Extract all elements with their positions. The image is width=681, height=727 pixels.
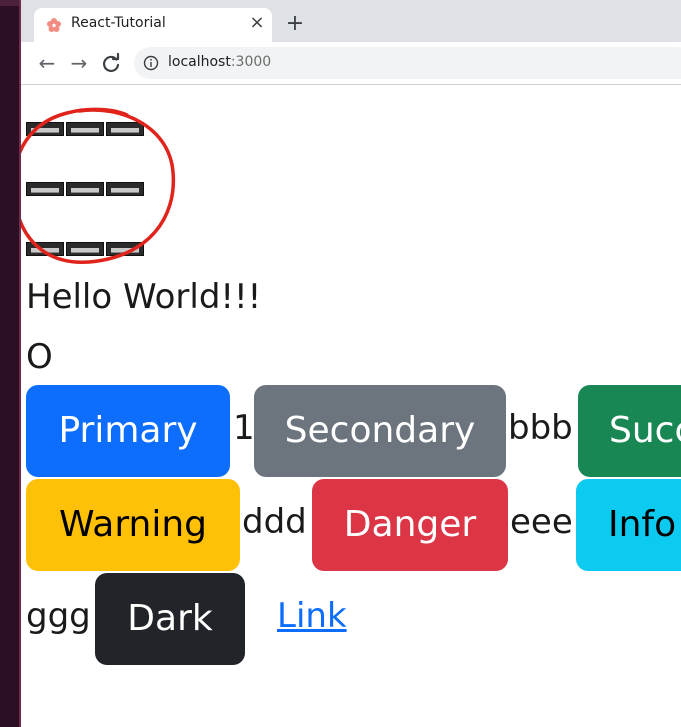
red-circle-annotation (21, 107, 176, 264)
tab-react-tutorial[interactable]: React-Tutorial × (34, 8, 272, 42)
desktop-side-panel (0, 0, 19, 727)
warning-button[interactable]: Warning (26, 479, 240, 571)
row2-text-2: eee (510, 502, 573, 542)
secondary-button[interactable]: Secondary (254, 385, 506, 477)
letter-text: O (26, 337, 53, 377)
url-text: localhost:3000 (168, 54, 271, 70)
row2-text-1: ddd (242, 502, 307, 542)
danger-button[interactable]: Danger (312, 479, 508, 571)
dark-button[interactable]: Dark (95, 573, 245, 665)
success-button[interactable]: Succ (578, 385, 681, 477)
page-content: Hello World!!! O Primary 1 Secondary bbb… (21, 85, 681, 727)
row3-text-1: ggg (26, 596, 91, 636)
link-button[interactable]: Link (277, 596, 347, 636)
tab-strip: React-Tutorial × + (21, 0, 681, 42)
primary-button[interactable]: Primary (26, 385, 230, 477)
url-host: localhost (168, 54, 231, 70)
back-icon[interactable]: ← (35, 51, 59, 75)
new-tab-icon[interactable]: + (283, 12, 307, 36)
row1-text-2: bbb (508, 408, 573, 448)
browser-window: React-Tutorial × + ← → localhost:3000 He… (19, 0, 681, 727)
close-tab-icon[interactable]: × (247, 12, 267, 34)
reload-icon[interactable] (99, 51, 123, 75)
site-info-icon[interactable] (143, 55, 159, 71)
hello-heading: Hello World!!! (26, 277, 262, 317)
forward-icon[interactable]: → (67, 51, 91, 75)
row1-text-1: 1 (233, 408, 255, 448)
info-button[interactable]: Info (576, 479, 681, 571)
browser-toolbar: ← → localhost:3000 (21, 42, 681, 85)
url-port: :3000 (230, 54, 272, 70)
tab-title: React-Tutorial (71, 15, 166, 31)
address-bar[interactable]: localhost:3000 (134, 47, 681, 79)
favicon-icon (47, 18, 61, 32)
